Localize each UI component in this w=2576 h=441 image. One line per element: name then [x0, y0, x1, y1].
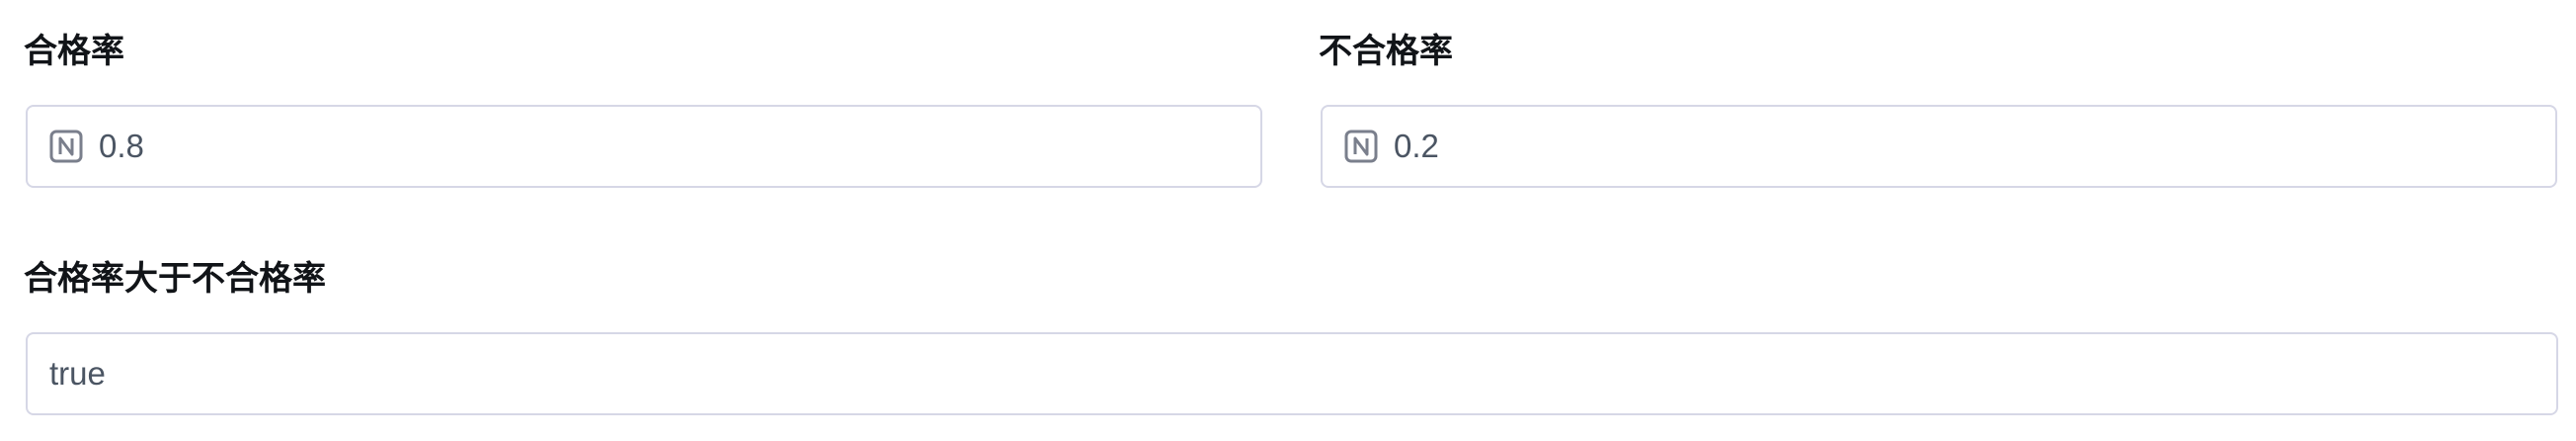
field-value: 0.8	[99, 128, 144, 164]
number-type-icon	[49, 130, 83, 163]
field-value: 0.2	[1394, 128, 1439, 164]
fail-rate-input[interactable]: 0.2	[1321, 105, 2557, 188]
field-fail-rate: 不合格率 0.2	[1319, 30, 2563, 198]
field-value: true	[49, 355, 106, 392]
pass-rate-input[interactable]: 0.8	[26, 105, 1262, 188]
field-pass-rate-greater-than-fail-rate: 合格率大于不合格率 true	[24, 257, 2562, 425]
comparison-result-input[interactable]: true	[26, 332, 2558, 415]
field-label: 不合格率	[1319, 33, 1453, 70]
field-label: 合格率	[24, 33, 124, 70]
field-label: 合格率大于不合格率	[24, 260, 326, 298]
number-type-icon	[1344, 130, 1378, 163]
field-pass-rate: 合格率 0.8	[24, 30, 1268, 198]
